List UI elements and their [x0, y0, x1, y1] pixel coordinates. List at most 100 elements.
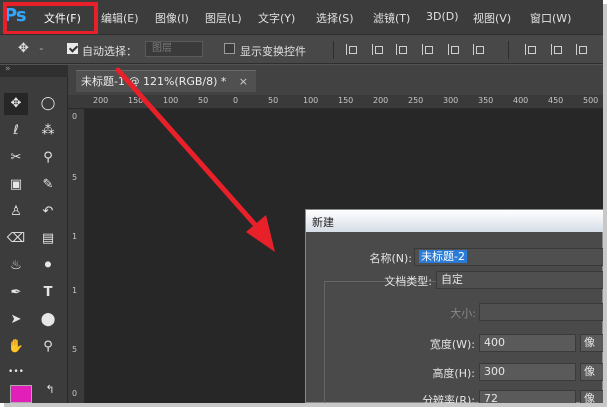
- ruler-label: 200: [93, 96, 109, 105]
- magic-wand-tool-icon[interactable]: ⁂: [36, 120, 60, 142]
- crop-tool-icon[interactable]: ✂: [4, 147, 28, 169]
- height-label: 高度(H):: [432, 367, 475, 380]
- ruler-label: 250: [408, 96, 424, 105]
- ruler-label: 5: [72, 173, 78, 182]
- menu-bar: Ps 文件(F) 编辑(E) 图像(I) 图层(L) 文字(Y) 选择(S) 滤…: [0, 0, 603, 35]
- ruler-label: 1: [72, 286, 78, 295]
- window-shadow: [4, 403, 607, 407]
- blur-tool-icon[interactable]: ♨: [4, 255, 28, 277]
- resolution-label: 分辨率(R):: [422, 394, 475, 403]
- eyedropper-tool-icon[interactable]: ⚲: [36, 147, 60, 169]
- distribute-vcenter-icon[interactable]: [551, 44, 562, 55]
- ruler-label: 1: [72, 232, 78, 241]
- size-select[interactable]: [479, 303, 603, 321]
- highlight-box: [3, 2, 98, 35]
- ruler-label: 5: [72, 345, 78, 354]
- menu-image[interactable]: 图像(I): [155, 10, 189, 26]
- ruler-label: 450: [548, 96, 564, 105]
- eraser-tool-icon[interactable]: ⌫: [4, 228, 28, 250]
- gradient-tool-icon[interactable]: ▤: [36, 228, 60, 250]
- height-input[interactable]: 300: [479, 363, 576, 381]
- more-tools-icon[interactable]: •••: [4, 361, 28, 383]
- auto-select-dropdown[interactable]: 图层: [145, 41, 203, 57]
- tool-panel-header[interactable]: »: [0, 64, 68, 77]
- menu-view[interactable]: 视图(V): [473, 10, 511, 26]
- resolution-unit-select[interactable]: 像: [580, 390, 603, 403]
- window-shadow: [603, 4, 607, 407]
- brush-tool-icon[interactable]: ✎: [36, 174, 60, 196]
- type-tool-icon[interactable]: T: [36, 282, 60, 304]
- collapse-icon[interactable]: »: [5, 64, 11, 74]
- ruler-label: 400: [513, 96, 529, 105]
- ruler-label: 50: [198, 96, 209, 105]
- path-selection-tool-icon[interactable]: ➤: [4, 309, 28, 331]
- ruler-label: 200: [373, 96, 389, 105]
- width-label: 宽度(W):: [429, 338, 475, 351]
- align-hcenter-icon[interactable]: [448, 44, 459, 55]
- menu-layer[interactable]: 图层(L): [205, 10, 242, 26]
- show-transform-checkbox[interactable]: [224, 43, 235, 54]
- align-left-icon[interactable]: [422, 44, 433, 55]
- ruler-label: 0: [72, 389, 78, 398]
- name-input[interactable]: 未标题-2: [414, 248, 603, 266]
- width-input[interactable]: 400: [479, 334, 576, 352]
- hand-tool-icon[interactable]: ✋: [4, 336, 28, 358]
- swap-colors-icon[interactable]: ↰: [38, 379, 62, 401]
- horizontal-ruler[interactable]: 200 150 100 50 0 50 100 150 200 250 300 …: [68, 95, 603, 109]
- align-right-icon[interactable]: [473, 44, 484, 55]
- menu-select[interactable]: 选择(S): [316, 10, 354, 26]
- ruler-label: 300: [443, 96, 459, 105]
- divider: [508, 41, 509, 59]
- clone-stamp-tool-icon[interactable]: ♙: [4, 201, 28, 223]
- chevron-down-icon[interactable]: ⌄: [38, 43, 45, 52]
- marquee-tool-icon[interactable]: ◯: [36, 93, 60, 115]
- ruler-label: 150: [338, 96, 354, 105]
- healing-brush-tool-icon[interactable]: ▣: [4, 174, 28, 196]
- height-unit-select[interactable]: 像: [580, 363, 603, 381]
- shape-tool-icon[interactable]: ⬤: [36, 309, 60, 331]
- pen-tool-icon[interactable]: ✒: [4, 282, 28, 304]
- ruler-label: 100: [163, 96, 179, 105]
- menu-filter[interactable]: 滤镜(T): [373, 10, 410, 26]
- menu-3d[interactable]: 3D(D): [426, 10, 459, 23]
- ruler-label: 150: [128, 96, 144, 105]
- move-tool-icon[interactable]: ✥: [4, 93, 28, 115]
- ruler-label: 100: [303, 96, 319, 105]
- auto-select-checkbox[interactable]: [67, 43, 78, 54]
- width-unit-select[interactable]: 像: [580, 334, 603, 352]
- history-brush-tool-icon[interactable]: ↶: [36, 201, 60, 223]
- zoom-tool-icon[interactable]: ⚲: [36, 336, 60, 358]
- menu-window[interactable]: 窗口(W): [530, 10, 571, 26]
- align-bottom-icon[interactable]: [396, 44, 407, 55]
- ruler-label: 50: [268, 96, 279, 105]
- distribute-top-icon[interactable]: [525, 44, 536, 55]
- align-top-icon[interactable]: [346, 44, 357, 55]
- align-vcenter-icon[interactable]: [372, 44, 383, 55]
- ruler-label: 500: [583, 96, 599, 105]
- photoshop-window: Ps 文件(F) 编辑(E) 图像(I) 图层(L) 文字(Y) 选择(S) 滤…: [0, 0, 603, 403]
- ruler-label: 350: [478, 96, 494, 105]
- menu-type[interactable]: 文字(Y): [258, 10, 295, 26]
- new-document-dialog: 新建 名称(N): 未标题-2 文档类型: 自定 大小: 宽度(W): 400 …: [305, 209, 603, 403]
- resolution-input[interactable]: 72: [479, 390, 576, 403]
- divider: [333, 41, 334, 59]
- vertical-ruler[interactable]: 0 5 1 1 5 0: [68, 109, 85, 403]
- document-tab-title: 未标题-1 @ 121%(RGB/8) *: [81, 75, 227, 88]
- menu-edit[interactable]: 编辑(E): [101, 10, 139, 26]
- move-icon[interactable]: ✥: [18, 41, 29, 56]
- lasso-tool-icon[interactable]: ℓ: [4, 120, 28, 142]
- dodge-tool-icon[interactable]: ⚫: [36, 255, 60, 277]
- doc-type-select[interactable]: 自定: [436, 271, 603, 289]
- size-label: 大小:: [450, 307, 476, 320]
- foreground-color-swatch[interactable]: [10, 385, 32, 403]
- ruler-label: 0: [233, 96, 239, 105]
- distribute-bottom-icon[interactable]: [576, 44, 587, 55]
- name-label: 名称(N):: [369, 252, 412, 265]
- document-tab[interactable]: 未标题-1 @ 121%(RGB/8) * ×: [76, 70, 256, 92]
- dialog-title: 新建: [312, 216, 334, 229]
- ruler-label: 0: [72, 112, 78, 121]
- doc-type-label: 文档类型:: [384, 275, 432, 288]
- dialog-title-bar[interactable]: 新建: [306, 210, 603, 232]
- close-icon[interactable]: ×: [239, 71, 248, 92]
- tool-panel: » ✥ ◯ ℓ ⁂ ✂ ⚲ ▣ ✎ ♙ ↶ ⌫ ▤ ♨ ⚫ ✒ T ➤ ⬤ ✋ …: [0, 64, 68, 403]
